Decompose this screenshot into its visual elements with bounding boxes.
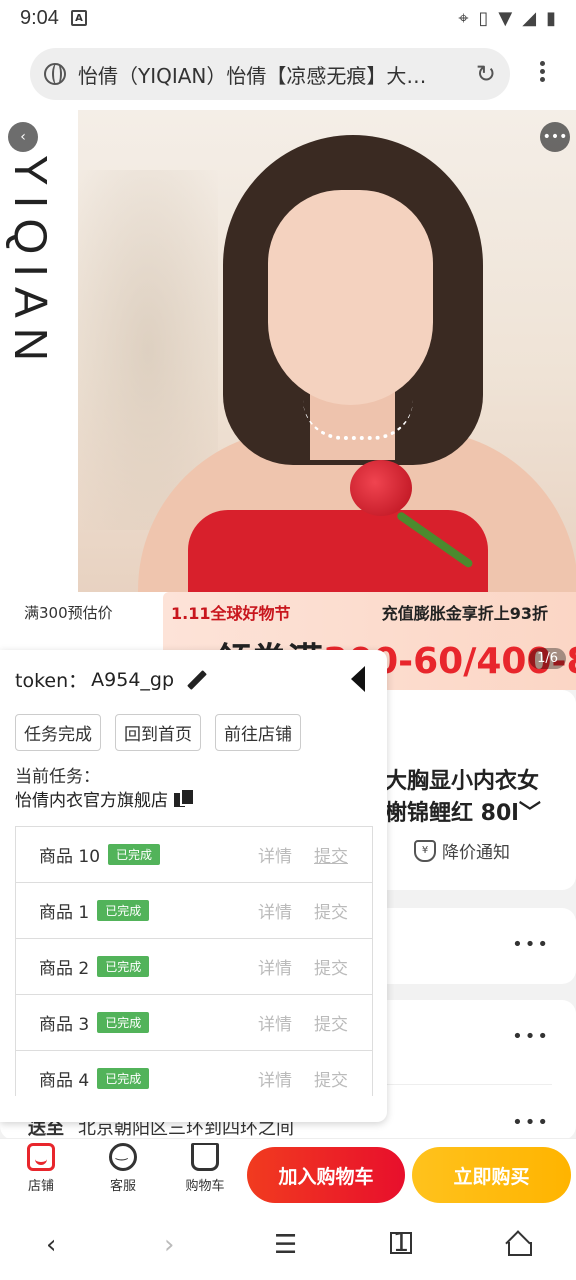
system-nav-bar: ‹ › ☰ 1: [0, 1206, 576, 1280]
more-options-icon[interactable]: •••: [512, 934, 550, 955]
list-item: 商品 4 已完成 详情 提交: [16, 1051, 372, 1096]
edit-icon[interactable]: [186, 669, 208, 691]
task-panel: token： A954_gp 任务完成 回到首页 前往店铺 当前任务： 怡倩内衣…: [0, 650, 387, 1122]
recharge-label: 充值膨胀金享折上93折: [381, 604, 548, 623]
reload-icon[interactable]: ↻: [476, 60, 496, 88]
customer-service-button[interactable]: 客服: [93, 1143, 153, 1194]
task-complete-button[interactable]: 任务完成: [15, 714, 101, 751]
product-title[interactable]: 大胸显小内衣女 榭锦鲤红 80l﹀: [385, 766, 541, 830]
current-task-label: 当前任务：: [15, 767, 100, 787]
tabs-icon[interactable]: 1: [390, 1228, 412, 1258]
status-badge: 已完成: [97, 956, 150, 977]
menu-icon[interactable]: ☰: [274, 1230, 297, 1260]
back-icon[interactable]: ‹: [8, 122, 38, 152]
brand-strip: YIQIAN: [0, 110, 78, 592]
more-icon[interactable]: •••: [540, 122, 570, 152]
detail-link[interactable]: 详情: [258, 898, 292, 923]
browser-menu-icon[interactable]: [540, 58, 546, 85]
status-badge: 已完成: [97, 1012, 150, 1033]
cart-icon: [191, 1143, 219, 1171]
item-name: 商品 4: [39, 1071, 90, 1091]
status-time: 9:04: [20, 6, 59, 29]
item-name: 商品 3: [39, 1015, 90, 1035]
status-bar: 9:04 A ⌖ ▯ ▼ ◢ ▮: [0, 0, 576, 36]
list-item: 商品 2 已完成 详情 提交: [16, 939, 372, 995]
browser-toolbar: 怡倩（YIQIAN）怡倩【凉感无痕】大… ↻: [0, 36, 576, 110]
back-home-button[interactable]: 回到首页: [115, 714, 201, 751]
detail-link[interactable]: 详情: [258, 954, 292, 979]
buy-now-button[interactable]: 立即购买: [412, 1147, 571, 1203]
item-name: 商品 1: [39, 903, 90, 923]
task-name: 怡倩内衣官方旗舰店: [15, 791, 168, 811]
notification-icon: A: [70, 10, 87, 26]
product-photo: [78, 110, 576, 592]
add-to-cart-button[interactable]: 加入购物车: [247, 1147, 405, 1203]
image-counter: 1/6: [529, 648, 566, 669]
detail-link[interactable]: 详情: [258, 1010, 292, 1035]
home-icon[interactable]: [506, 1232, 532, 1256]
bottom-action-bar: 店铺 客服 购物车 加入购物车 立即购买: [0, 1138, 576, 1206]
panel-actions: 任务完成 回到首页 前往店铺: [15, 714, 301, 751]
list-item: 商品 1 已完成 详情 提交: [16, 883, 372, 939]
shop-nav-button[interactable]: 店铺: [11, 1143, 71, 1194]
copy-icon[interactable]: [174, 789, 193, 808]
submit-link[interactable]: 提交: [314, 1010, 348, 1035]
submit-link[interactable]: 提交: [314, 898, 348, 923]
back-icon[interactable]: ‹: [46, 1230, 56, 1260]
current-task: 怡倩内衣官方旗舰店: [15, 786, 193, 811]
location-icon: ⌖: [458, 7, 469, 29]
item-name: 商品 10: [39, 847, 101, 867]
forward-icon[interactable]: ›: [164, 1230, 174, 1260]
signal-icon: ◢: [522, 7, 537, 29]
token-label: token：: [15, 670, 88, 692]
festival-label: 1.11全球好物节: [171, 604, 291, 623]
globe-icon: [44, 63, 66, 85]
cart-nav-button[interactable]: 购物车: [175, 1143, 235, 1194]
submit-link[interactable]: 提交: [314, 842, 348, 867]
submit-link[interactable]: 提交: [314, 1066, 348, 1091]
item-name: 商品 2: [39, 959, 90, 979]
status-badge: 已完成: [97, 1068, 150, 1089]
chat-icon: [109, 1143, 137, 1171]
token-row: token： A954_gp: [15, 666, 208, 693]
status-icons: ⌖ ▯ ▼ ◢ ▮: [458, 8, 556, 29]
list-item: 商品 3 已完成 详情 提交: [16, 995, 372, 1051]
go-to-store-button[interactable]: 前往店铺: [215, 714, 301, 751]
pre-price-label: 满300预估价: [24, 604, 113, 622]
more-options-icon[interactable]: •••: [512, 1112, 550, 1133]
status-badge: 已完成: [108, 844, 161, 865]
token-value: A954_gp: [91, 668, 175, 691]
price-notify-icon: ¥: [414, 839, 436, 862]
url-text[interactable]: 怡倩（YIQIAN）怡倩【凉感无痕】大…: [78, 60, 463, 89]
address-bar[interactable]: 怡倩（YIQIAN）怡倩【凉感无痕】大… ↻: [30, 48, 510, 100]
status-badge: 已完成: [97, 900, 150, 921]
collapse-panel-icon[interactable]: [351, 666, 365, 692]
brand-logo-text: YIQIAN: [5, 155, 57, 371]
battery-icon: ▮: [546, 7, 556, 29]
detail-link[interactable]: 详情: [258, 1066, 292, 1091]
more-options-icon[interactable]: •••: [512, 1026, 550, 1047]
submit-link[interactable]: 提交: [314, 954, 348, 979]
task-item-list: 商品 10 已完成 详情 提交 商品 1 已完成 详情 提交 商品 2 已完成 …: [15, 826, 373, 1096]
vibrate-icon: ▯: [478, 7, 489, 29]
product-image-carousel[interactable]: YIQIAN ‹ ••• 满300预估价 1.11全球好物节 充值膨胀金享折上9…: [0, 110, 576, 690]
price-notify-button[interactable]: ¥ 降价通知: [414, 838, 510, 863]
list-item: 商品 10 已完成 详情 提交: [16, 827, 372, 883]
shop-icon: [27, 1143, 55, 1171]
detail-link[interactable]: 详情: [258, 842, 292, 867]
wifi-icon: ▼: [498, 7, 513, 29]
